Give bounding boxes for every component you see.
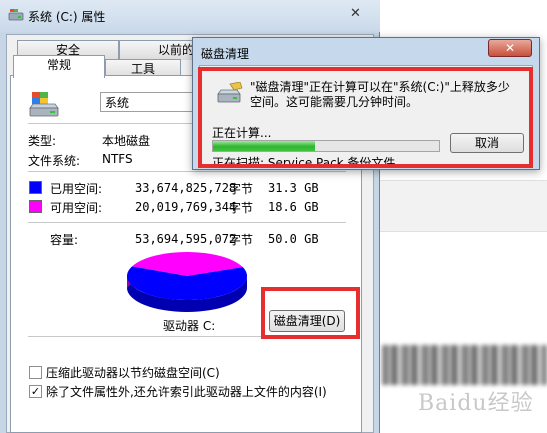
separator	[28, 171, 346, 172]
capacity-label: 容量:	[50, 233, 79, 247]
background-panel-strip	[380, 180, 547, 232]
drive-letter-label: 驱动器 C:	[163, 319, 216, 333]
capacity-unit: 字节	[229, 233, 254, 247]
free-space-unit: 字节	[229, 201, 254, 215]
dialog-close-button[interactable]: ✕	[488, 39, 532, 57]
used-space-unit: 字节	[229, 182, 254, 196]
free-space-size: 18.6 GB	[268, 200, 319, 214]
compress-checkbox[interactable]	[29, 366, 42, 379]
properties-title: 系统 (C:) 属性	[28, 10, 106, 24]
used-space-size: 31.3 GB	[268, 181, 319, 195]
capacity-bytes: 53,694,595,072	[135, 232, 237, 246]
hard-drive-icon	[29, 92, 59, 117]
free-space-swatch	[29, 200, 42, 213]
compress-option-label[interactable]: 压缩此驱动器以节约磁盘空间(C)	[46, 364, 220, 381]
properties-titlebar: 系统 (C:) 属性 ✕	[0, 0, 380, 32]
free-space-bytes: 20,019,769,344	[135, 200, 237, 214]
type-label: 类型:	[28, 134, 57, 148]
used-space-label: 已用空间:	[50, 182, 103, 196]
watermark: Baidu经验	[418, 391, 534, 416]
disk-usage-pie	[127, 252, 248, 312]
dialog-title: 磁盘清理	[201, 47, 250, 61]
separator	[28, 222, 346, 223]
index-checkbox[interactable]: ✓	[29, 385, 42, 398]
used-space-bytes: 33,674,825,728	[135, 181, 237, 195]
highlight-box-cleanup-button	[261, 287, 360, 339]
index-option-label[interactable]: 除了文件属性外,还允许索引此驱动器上文件的内容(I)	[46, 383, 327, 400]
type-value: 本地磁盘	[102, 134, 151, 148]
free-space-label: 可用空间:	[50, 201, 103, 215]
capacity-size: 50.0 GB	[268, 232, 319, 246]
properties-close-button[interactable]: ✕	[350, 6, 361, 21]
used-space-swatch	[29, 181, 42, 194]
filesystem-value: NTFS	[102, 152, 133, 166]
tab-general[interactable]: 常规	[13, 55, 105, 78]
blurred-content	[382, 345, 547, 385]
highlight-box-dialog	[198, 67, 533, 168]
filesystem-label: 文件系统:	[28, 154, 81, 168]
drive-title-icon	[8, 9, 24, 21]
disk-cleanup-dialog: 磁盘清理 ✕ "磁盘清理"正在计算可以在"系统(C:)"上释放多少 空间。这可能…	[192, 37, 540, 170]
